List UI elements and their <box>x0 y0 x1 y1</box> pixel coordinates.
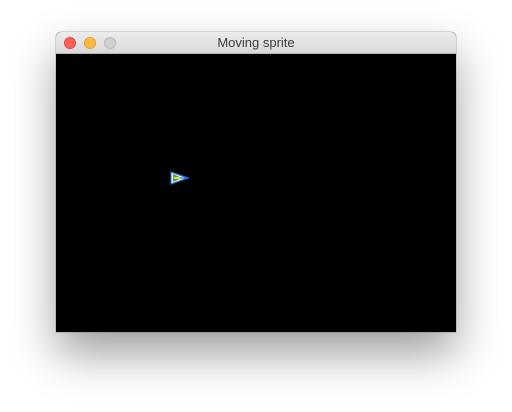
spaceship-sprite-icon <box>170 171 190 185</box>
app-window: Moving sprite <box>56 32 456 332</box>
title-bar[interactable]: Moving sprite <box>56 32 456 54</box>
game-canvas[interactable] <box>56 54 456 332</box>
window-title: Moving sprite <box>217 35 295 50</box>
